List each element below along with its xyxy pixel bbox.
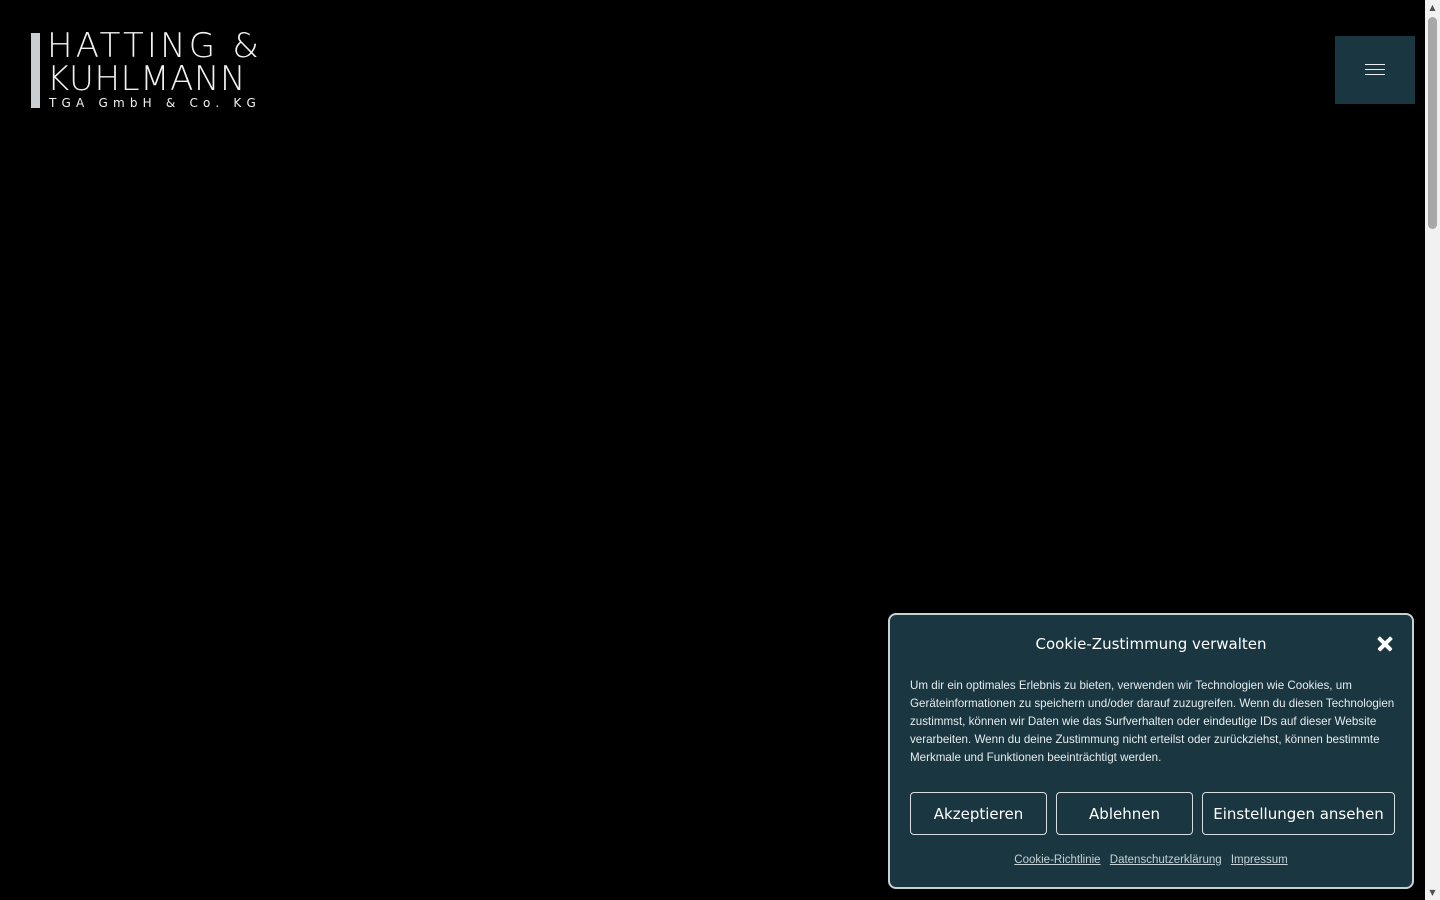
view-settings-button[interactable]: Einstellungen ansehen [1202,792,1395,835]
cookie-policy-link[interactable]: Cookie-Richtlinie [1014,854,1100,866]
cookie-banner-text: Um dir ein optimales Erlebnis zu bieten,… [910,679,1395,764]
logo-line-1: HATTING & [47,26,263,66]
menu-button[interactable] [1335,36,1415,104]
cookie-banner-title: Cookie-Zustimmung verwalten [1035,635,1267,653]
deny-button[interactable]: Ablehnen [1056,792,1193,835]
scrollbar-thumb[interactable] [1428,17,1437,229]
scroll-down-arrow-icon[interactable]: ▼ [1425,885,1440,900]
accept-button[interactable]: Akzeptieren [910,792,1047,835]
vertical-scrollbar[interactable]: ▲ ▼ [1425,0,1440,900]
close-icon[interactable] [1375,634,1395,654]
page: HATTING & KUHLMANN TGA GmbH & Co. KG Coo… [0,0,1440,900]
logo-line-2: KUHLMANN [47,59,247,99]
hamburger-menu-icon [1365,64,1385,76]
cookie-banner-links: Cookie-Richtlinie Datenschutzerklärung I… [890,852,1412,868]
company-logo[interactable]: HATTING & KUHLMANN TGA GmbH & Co. KG [31,26,281,110]
scroll-up-arrow-icon[interactable]: ▲ [1425,0,1440,15]
logo-bar [31,33,40,108]
logo-line-3: TGA GmbH & Co. KG [49,96,261,110]
imprint-link[interactable]: Impressum [1231,854,1288,866]
privacy-policy-link[interactable]: Datenschutzerklärung [1110,854,1222,866]
cookie-consent-banner: Cookie-Zustimmung verwalten Um dir ein o… [888,613,1414,889]
